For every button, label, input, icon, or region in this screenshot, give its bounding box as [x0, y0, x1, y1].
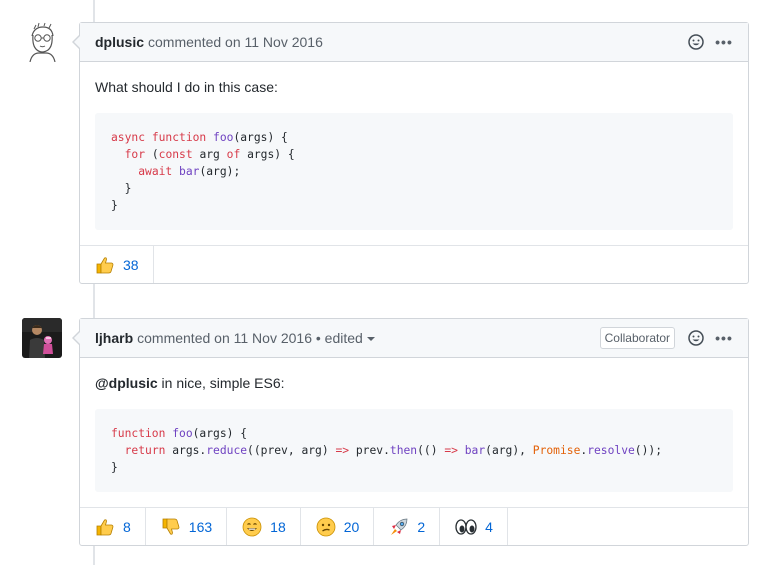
code-token: bar — [457, 444, 486, 457]
code-token: } — [111, 182, 132, 195]
thumbs-down-icon — [161, 517, 181, 537]
thumbs-up-icon — [95, 255, 115, 275]
collaborator-badge: Collaborator — [599, 327, 675, 349]
reactions-bar: 38 — [80, 245, 748, 283]
code-token: foo — [172, 427, 193, 440]
eyes-icon — [455, 517, 477, 537]
reaction-button[interactable]: 18 — [227, 508, 301, 545]
more-options-icon[interactable]: ••• — [715, 33, 733, 51]
code-token: await — [138, 165, 180, 178]
code-token: args. — [172, 444, 207, 457]
reaction-count: 18 — [270, 518, 286, 535]
code-block: async function foo(args) { for (const ar… — [95, 113, 733, 230]
code-token: function — [111, 427, 173, 440]
code-block: function foo(args) { return args.reduce(… — [95, 409, 733, 492]
code-token: } — [111, 461, 118, 474]
reactions-bar: 8 163 18 20 2 4 — [80, 507, 748, 545]
reaction-button[interactable]: 8 — [80, 508, 146, 545]
comment-text: What should I do in this case: — [95, 79, 278, 95]
comment-header: dplusic commented on 11 Nov 2016 ••• — [80, 23, 748, 62]
code-token: } — [111, 199, 118, 212]
reaction-button[interactable]: 163 — [146, 508, 228, 545]
code-token: (args) { — [233, 131, 288, 144]
code-token: (arg), — [485, 444, 533, 457]
chevron-down-icon[interactable] — [366, 337, 375, 342]
comment-ljharb: ljharb commented on 11 Nov 2016 • edited… — [72, 318, 749, 546]
code-token: const — [158, 148, 200, 161]
thumbs-up-icon — [95, 517, 115, 537]
reaction-count: 163 — [188, 518, 213, 535]
comment-text: @dplusic in nice, simple ES6: — [95, 373, 733, 393]
code-token: async — [111, 131, 152, 144]
code-token: => — [444, 444, 458, 457]
laugh-icon — [242, 517, 262, 537]
reaction-count: 38 — [123, 256, 139, 273]
reaction-button[interactable]: 20 — [301, 508, 375, 545]
reaction-button[interactable]: 38 — [80, 246, 154, 283]
code-token: resolve — [587, 444, 635, 457]
add-reaction-icon[interactable] — [687, 329, 705, 347]
comment-dplusic: dplusic commented on 11 Nov 2016 ••• Wha… — [72, 22, 749, 284]
comment-body: @dplusic in nice, simple ES6: function f… — [80, 358, 748, 507]
avatar-ljharb[interactable] — [22, 318, 62, 358]
issue-timeline: dplusic commented on 11 Nov 2016 ••• Wha… — [0, 0, 771, 565]
reaction-count: 2 — [417, 518, 426, 535]
code-token: (args) { — [192, 427, 248, 440]
comment-meta-text: commented on 11 Nov 2016 • edited — [137, 330, 363, 346]
code-token: (() — [417, 444, 445, 457]
reaction-count: 8 — [123, 518, 131, 535]
code-token: (arg); — [199, 165, 241, 178]
code-token: return — [124, 444, 173, 457]
code-token: ( — [151, 148, 159, 161]
code-token: then — [389, 444, 418, 457]
code-token: of — [226, 148, 248, 161]
reaction-count: 20 — [343, 518, 360, 535]
comment-text-rest: in nice, simple ES6: — [157, 375, 285, 391]
code-token: for — [124, 148, 152, 161]
code-token: function — [151, 131, 214, 144]
more-options-icon[interactable]: ••• — [715, 329, 733, 347]
code-token: bar — [179, 165, 200, 178]
comment-meta[interactable]: commented on 11 Nov 2016 — [148, 34, 323, 50]
sketch-avatar-icon — [22, 22, 62, 62]
code-token: foo — [213, 131, 234, 144]
comment-body: What should I do in this case: async fun… — [80, 62, 748, 245]
confused-icon — [316, 517, 336, 537]
code-token: arg — [199, 148, 227, 161]
comment-author[interactable]: ljharb — [95, 330, 133, 346]
code-token: ()); — [634, 444, 663, 457]
code-token: => — [335, 444, 350, 457]
comment-meta[interactable]: commented on 11 Nov 2016 • edited — [137, 330, 375, 346]
rocket-icon — [389, 517, 409, 537]
add-reaction-icon[interactable] — [687, 33, 705, 51]
reaction-count: 4 — [485, 518, 493, 535]
avatar-dplusic[interactable] — [22, 22, 62, 62]
code-token: args) { — [247, 148, 295, 161]
reaction-button[interactable]: 2 — [374, 508, 441, 545]
photo-avatar-icon — [22, 318, 62, 358]
comment-author[interactable]: dplusic — [95, 34, 144, 50]
comment-header: ljharb commented on 11 Nov 2016 • edited… — [80, 319, 748, 358]
code-token: Promise — [532, 444, 581, 457]
code-token: ((prev, arg) — [247, 444, 336, 457]
code-token: reduce — [206, 444, 248, 457]
reaction-button[interactable]: 4 — [440, 508, 508, 545]
code-token: prev. — [349, 444, 390, 457]
user-mention[interactable]: @dplusic — [95, 375, 158, 391]
